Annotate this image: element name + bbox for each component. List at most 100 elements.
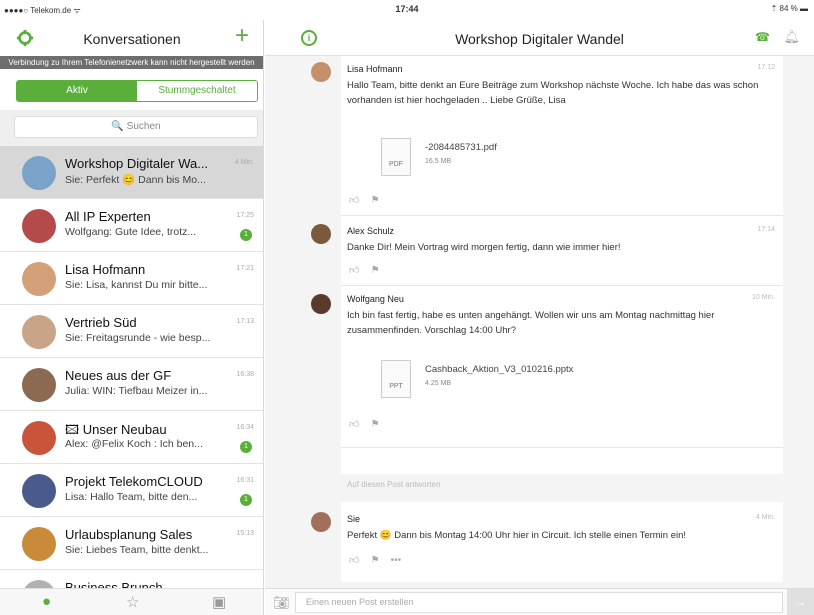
conversation-detail: i Workshop Digitaler Wandel ☎ 🔔︎ Lisa Ho… — [265, 20, 814, 615]
conversation-item[interactable]: Urlaubsplanung Sales Sie: Liebes Team, b… — [0, 517, 263, 570]
conversation-preview: Lisa: Hallo Team, bitte den... — [65, 491, 198, 503]
tab-muted[interactable]: Stummgeschaltet — [137, 81, 257, 101]
post-author: Alex Schulz — [347, 226, 395, 236]
post-time: 17:12 — [757, 64, 775, 71]
chat-icon[interactable]: ● — [42, 593, 51, 610]
conversation-time: 16:38 — [236, 371, 254, 378]
ppt-file-icon: PPT — [381, 360, 411, 398]
conversation-name: Lisa Hofmann — [65, 262, 146, 277]
post: Sie 4 Min. Perfekt 😊 Dann bis Montag 14:… — [311, 502, 783, 582]
post: Alex Schulz 17:14 Danke Dir! Mein Vortra… — [311, 216, 783, 286]
phone-icon[interactable]: ☎ — [755, 30, 770, 44]
unread-badge: 1 — [240, 494, 252, 506]
conversation-name: Projekt TelekomCLOUD — [65, 474, 203, 489]
conversation-name: Vertrieb Süd — [65, 315, 137, 330]
camera-icon[interactable]: 📷︎ — [273, 595, 290, 611]
file-size: 16.5 MB — [425, 158, 452, 165]
conversation-name: Urlaubsplanung Sales — [65, 527, 193, 542]
conversation-preview: Alex: @Felix Koch : Ich ben... — [65, 438, 203, 450]
post-author: Wolfgang Neu — [347, 294, 404, 304]
filter-segmented-control: Aktiv Stummgeschaltet — [16, 80, 258, 102]
battery-indicator: ⇡ 84 % ▬ — [770, 4, 808, 13]
conversation-time: 4 Min. — [234, 159, 254, 166]
star-icon[interactable]: ☆ — [126, 593, 139, 611]
new-post-input[interactable]: Einen neuen Post erstellen — [295, 592, 783, 613]
conversation-time: 17:25 — [236, 212, 254, 219]
conversation-item[interactable]: Workshop Digitaler Wa... Sie: Perfekt 😊 … — [0, 146, 263, 199]
post-actions: 👍︎ ⚑ — [349, 264, 380, 276]
conversations-panel: Konversationen + Verbindung zu Ihrem Tel… — [0, 20, 264, 615]
post-actions: 👍︎ ⚑ ••• — [349, 554, 401, 566]
unread-badge: 1 — [240, 441, 252, 453]
conversation-item[interactable]: 🖾 Unser Neubau Alex: @Felix Koch : Ich b… — [0, 411, 263, 464]
conversation-item[interactable]: Projekt TelekomCLOUD Lisa: Hallo Team, b… — [0, 464, 263, 517]
status-bar: ●●●●○ Telekom.de ᯤ 17:44 ⇡ 84 % ▬ — [0, 0, 814, 20]
avatar — [22, 262, 56, 296]
flag-icon[interactable]: ⚑ — [371, 419, 380, 430]
conversation-list: Workshop Digitaler Wa... Sie: Perfekt 😊 … — [0, 146, 263, 615]
reply-input[interactable]: Auf diesen Post antworten — [347, 480, 440, 489]
conversation-item[interactable]: Lisa Hofmann Sie: Lisa, kannst Du mir bi… — [0, 252, 263, 305]
connection-warning-banner: Verbindung zu Ihrem Telefonienetzwerk ka… — [0, 56, 263, 69]
like-icon[interactable]: 👍︎ — [349, 265, 359, 276]
composer: 📷︎ Einen neuen Post erstellen → — [265, 588, 814, 615]
avatar — [22, 315, 56, 349]
conversation-preview: Wolfgang: Gute Idee, trotz... — [65, 226, 197, 238]
send-button[interactable]: → — [787, 589, 814, 615]
conversation-preview: Sie: Liebes Team, bitte denkt... — [65, 544, 209, 556]
file-size: 4.25 MB — [425, 380, 452, 387]
post-time: 17:14 — [757, 226, 775, 233]
post-actions: 👍︎ ⚑ — [349, 418, 380, 430]
like-icon[interactable]: 👍︎ — [349, 555, 359, 566]
post-actions: 👍︎ ⚑ — [349, 194, 380, 206]
conversation-time: 16:34 — [236, 424, 254, 431]
pdf-file-icon: PDF — [381, 138, 411, 176]
file-name: -2084485731.pdf — [425, 142, 497, 153]
post-text: Ich bin fast fertig, habe es unten angeh… — [347, 310, 715, 336]
file-name: Cashback_Aktion_V3_010216.pptx — [425, 364, 574, 375]
list-icon[interactable]: ▣ — [212, 593, 226, 611]
avatar — [22, 209, 56, 243]
avatar — [22, 421, 56, 455]
bell-icon[interactable]: 🔔︎ — [783, 29, 800, 45]
conversation-name: Neues aus der GF — [65, 368, 172, 383]
bottom-tab-bar: ● ☆ ▣ — [0, 588, 263, 615]
flag-icon[interactable]: ⚑ — [371, 265, 380, 276]
avatar — [311, 62, 331, 82]
search-area: 🔍 Suchen — [0, 110, 263, 146]
conversation-item[interactable]: All IP Experten Wolfgang: Gute Idee, tro… — [0, 199, 263, 252]
add-conversation-button[interactable]: + — [235, 24, 249, 48]
avatar — [311, 512, 331, 532]
post: Wolfgang Neu 10 Min. Ich bin fast fertig… — [311, 286, 783, 448]
conversation-preview: Sie: Perfekt 😊 Dann bis Mo... — [65, 174, 206, 186]
post-text: Danke Dir! Mein Vortrag wird morgen fert… — [347, 242, 621, 253]
unread-badge: 1 — [240, 229, 252, 241]
conversation-time: 17:21 — [236, 265, 254, 272]
post-text: Perfekt 😊 Dann bis Montag 14:00 Uhr hier… — [347, 530, 687, 541]
like-icon[interactable]: 👍︎ — [349, 419, 359, 430]
clock: 17:44 — [395, 4, 419, 14]
flag-icon[interactable]: ⚑ — [371, 195, 380, 206]
avatar — [22, 474, 56, 508]
avatar — [22, 156, 56, 190]
detail-header: i Workshop Digitaler Wandel ☎ 🔔︎ — [265, 20, 814, 56]
avatar — [311, 294, 331, 314]
flag-icon[interactable]: ⚑ — [371, 555, 380, 566]
search-input[interactable]: 🔍 Suchen — [14, 116, 258, 138]
post: Lisa Hofmann 17:12 Hallo Team, bitte den… — [311, 56, 783, 216]
conversation-item[interactable]: Vertrieb Süd Sie: Freitagsrunde - wie be… — [0, 305, 263, 358]
conversation-preview: Julia: WIN: Tiefbau Meizer in... — [65, 385, 208, 397]
avatar — [22, 368, 56, 402]
post-text: Hallo Team, bitte denkt an Eure Beiträge… — [347, 80, 759, 106]
post-thread: Lisa Hofmann 17:12 Hallo Team, bitte den… — [311, 56, 783, 489]
conversation-preview: Sie: Lisa, kannst Du mir bitte... — [65, 279, 208, 291]
conversation-time: 17:13 — [236, 318, 254, 325]
conversation-item[interactable]: Neues aus der GF Julia: WIN: Tiefbau Mei… — [0, 358, 263, 411]
post-author: Lisa Hofmann — [347, 64, 403, 74]
conversations-header: Konversationen + — [0, 20, 263, 56]
post-author: Sie — [347, 514, 361, 524]
tab-active[interactable]: Aktiv — [17, 81, 137, 101]
post-time: 10 Min. — [752, 294, 775, 301]
more-icon[interactable]: ••• — [391, 555, 402, 566]
like-icon[interactable]: 👍︎ — [349, 195, 359, 206]
